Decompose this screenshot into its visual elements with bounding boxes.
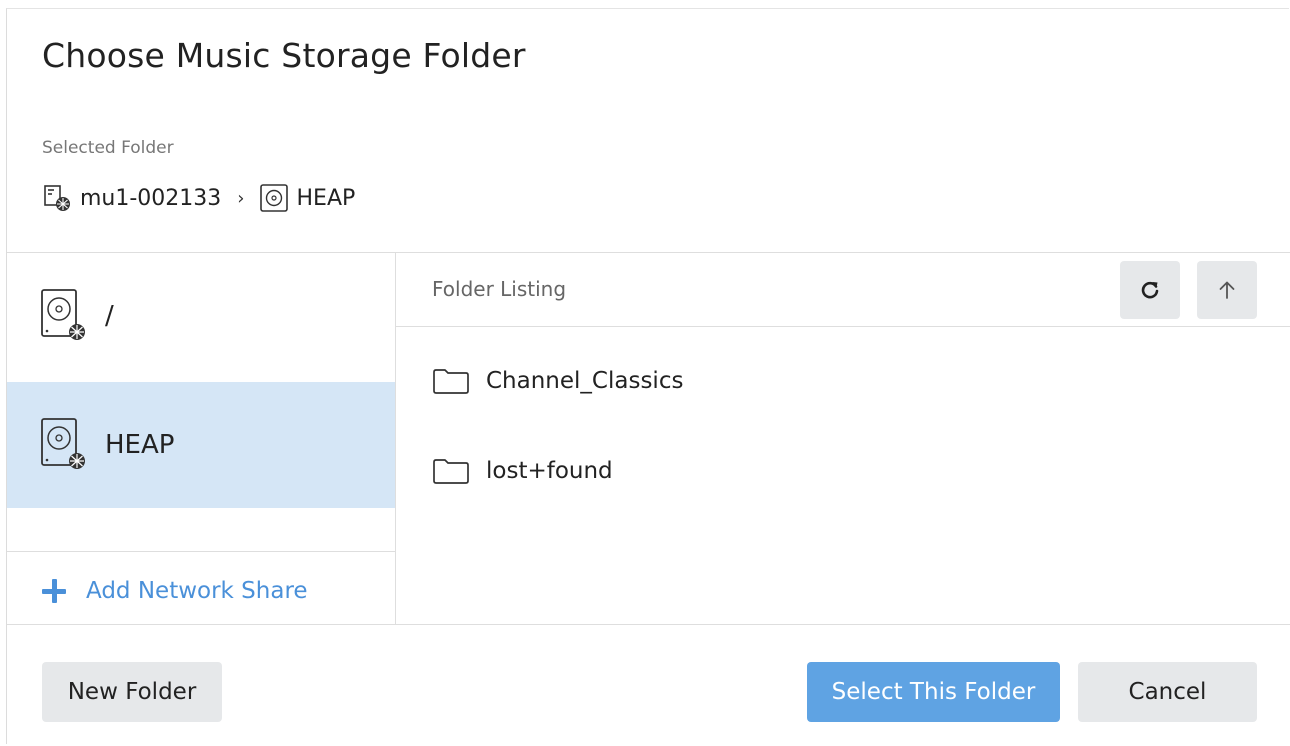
folder-name: lost+found — [486, 458, 613, 484]
new-folder-button[interactable]: New Folder — [42, 662, 222, 722]
folder-icon — [433, 369, 469, 394]
plus-icon — [42, 579, 66, 603]
divider — [7, 624, 1290, 625]
select-folder-button[interactable]: Select This Folder — [807, 662, 1060, 722]
folder-item[interactable]: lost+found — [432, 451, 613, 491]
network-server-icon — [44, 185, 70, 211]
divider — [7, 551, 395, 552]
breadcrumb-item-heap[interactable]: HEAP — [259, 183, 356, 213]
folder-chooser-dialog: Choose Music Storage Folder Selected Fol… — [6, 8, 1290, 744]
volume-label: / — [105, 301, 114, 331]
breadcrumb: mu1-002133 › HEAP — [42, 181, 355, 215]
folder-item[interactable]: Channel_Classics — [432, 361, 683, 401]
breadcrumb-label-server: mu1-002133 — [80, 185, 222, 211]
volume-label: HEAP — [105, 430, 175, 460]
volume-item-heap[interactable]: HEAP — [7, 382, 395, 508]
breadcrumb-label-heap: HEAP — [296, 185, 356, 211]
hard-drive-icon — [41, 418, 85, 469]
folder-listing-title: Folder Listing — [432, 277, 567, 301]
breadcrumb-item-server[interactable]: mu1-002133 — [42, 183, 221, 213]
refresh-button[interactable] — [1120, 261, 1180, 319]
parent-folder-button[interactable] — [1197, 261, 1257, 319]
folder-listing-header: Folder Listing — [396, 253, 1290, 327]
folder-icon — [433, 459, 469, 484]
breadcrumb-separator: › — [237, 187, 245, 209]
add-network-share-button[interactable]: Add Network Share — [42, 578, 308, 604]
refresh-icon — [1141, 281, 1159, 299]
volume-list: / HEAP Add Network Share — [7, 253, 395, 624]
folder-name: Channel_Classics — [486, 368, 684, 394]
drive-icon — [259, 184, 288, 212]
folder-listing-pane: Folder Listing Channel_Classics lost+fou… — [396, 253, 1290, 624]
dialog-title: Choose Music Storage Folder — [42, 36, 526, 75]
add-network-share-label: Add Network Share — [86, 578, 308, 604]
cancel-button[interactable]: Cancel — [1078, 662, 1257, 722]
hard-drive-icon — [41, 289, 85, 340]
selected-folder-label: Selected Folder — [42, 138, 174, 158]
volume-item-root[interactable]: / — [7, 253, 395, 379]
arrow-up-icon — [1219, 281, 1235, 299]
